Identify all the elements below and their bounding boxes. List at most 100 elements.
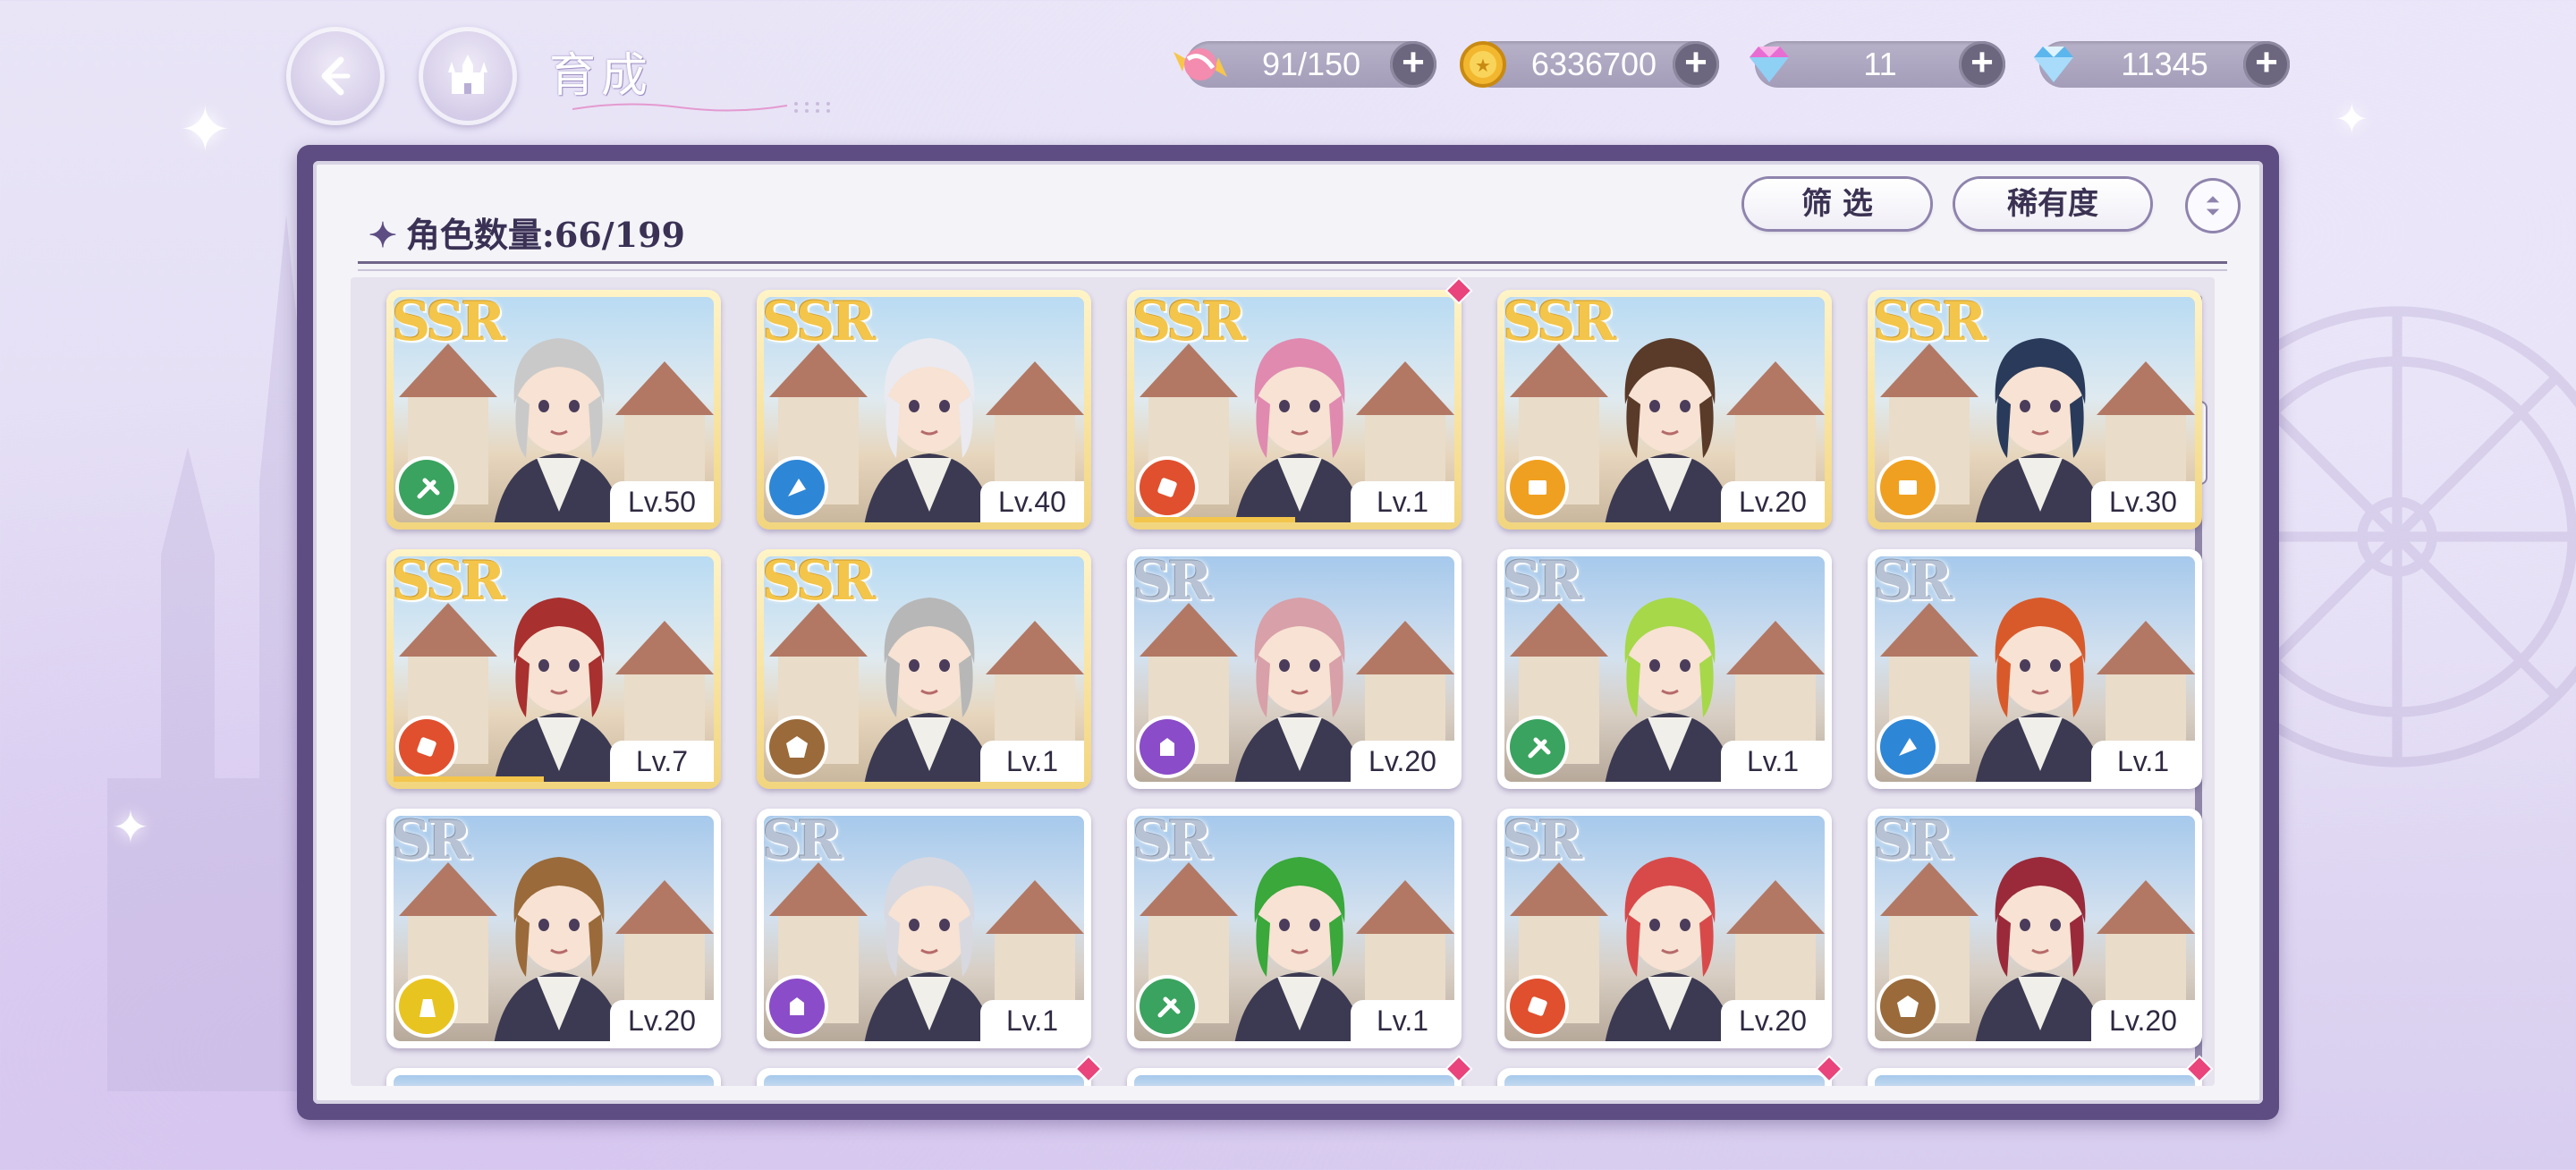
level-label: Lv.20 [610,1000,714,1041]
level-label: Lv.40 [980,481,1084,522]
sparkle-icon: ✦ [2334,95,2369,143]
add-blue-gem-button[interactable]: + [2243,41,2290,88]
character-card[interactable]: SR Lv.1 [1497,549,1832,789]
blue-diamond-icon [2034,47,2073,82]
attribute-blue-icon [1880,719,1936,775]
character-card-partial[interactable] [1868,1057,2211,1086]
level-label: Lv.1 [1351,481,1454,522]
rarity-badge: SSR [762,291,876,353]
character-count-value: 66/199 [554,215,685,255]
stamina-value: 91/150 [1261,46,1361,82]
level-label: Lv.30 [2091,481,2195,522]
attribute-green-icon [1140,979,1195,1034]
blue-gem-counter: 11345 + [2034,41,2290,88]
rarity-badge: SR [1132,550,1212,613]
level-label: Lv.1 [980,741,1084,782]
attribute-green-icon [399,460,454,515]
level-label: Lv.1 [1351,1000,1454,1041]
character-card[interactable]: SSR Lv.1 [1127,279,1470,530]
add-stamina-button[interactable]: + [1390,41,1436,88]
level-label: Lv.50 [610,481,714,522]
character-card[interactable]: SR Lv.20 [386,809,721,1048]
sparkle-icon: ✦ [179,93,232,166]
blue-gem-value: 11345 [2121,46,2208,82]
candy-icon [1174,48,1227,81]
exp-progress-bar [1134,517,1295,522]
character-portrait-background [394,1075,714,1086]
character-card[interactable]: SSR Lv.7 [386,549,721,789]
level-label: Lv.20 [2091,1000,2195,1041]
home-button[interactable] [419,27,517,125]
sort-order-button[interactable] [2188,181,2238,231]
level-label: Lv.1 [1721,741,1825,782]
castle-home-icon [448,55,487,94]
character-card[interactable]: SR Lv.1 [757,809,1091,1048]
sort-by-rarity-button[interactable]: 稀有度 [1955,179,2150,229]
rarity-badge: SR [1503,550,1582,613]
attribute-yellow-icon [399,979,454,1034]
page-title-group: 育成 [546,36,841,113]
rarity-badge: SSR [1503,291,1616,353]
sparkle-bullet-icon: ✦ [369,215,397,255]
character-list-panel: ✦ 角色数量:66/199 筛 选 稀有度 SSR Lv.50 SSR Lv.40 SSR… [297,145,2279,1120]
character-portrait-background [1504,1075,1825,1086]
character-card[interactable]: SSR Lv.40 [757,290,1091,530]
title-underline-decoration [572,102,830,113]
rarity-badge: SR [1503,810,1582,872]
attribute-orange-icon [1510,460,1565,515]
character-card-partial[interactable] [386,1068,721,1086]
character-card-partial[interactable] [757,1057,1100,1086]
level-label: Lv.20 [1721,1000,1825,1041]
character-card[interactable]: SR Lv.20 [1868,809,2202,1048]
page-title: 育成 [549,49,654,103]
level-label: Lv.20 [1721,481,1825,522]
back-button[interactable] [286,27,385,125]
character-portrait-background [764,1075,1084,1086]
attribute-purple-icon [1140,719,1195,775]
character-card[interactable]: SSR Lv.1 [757,549,1091,789]
add-gold-button[interactable]: + [1673,41,1719,88]
level-label: Lv.1 [2091,741,2195,782]
level-label: Lv.7 [610,741,714,782]
character-card[interactable]: SR Lv.1 [1868,549,2202,789]
rarity-badge: SSR [392,291,505,353]
rarity-badge: SR [762,810,842,872]
gold-coin-icon: ★ [1460,41,1506,88]
back-arrow-icon [321,56,351,96]
character-card-partial[interactable] [1497,1057,1841,1086]
sparkle-icon: ✦ [112,801,149,853]
character-portrait-background [1134,1075,1454,1086]
character-card[interactable]: SR Lv.1 [1127,809,1462,1048]
character-card-partial[interactable] [1127,1057,1470,1086]
filter-button[interactable]: 筛 选 [1744,179,1930,229]
character-count: ✦ 角色数量:66/199 [369,208,685,257]
pink-diamond-icon [1750,47,1789,82]
stamina-counter: 91/150 + [1174,41,1436,88]
pink-gem-counter: 11 + [1750,41,2005,88]
pink-gem-value: 11 [1863,46,1897,82]
panel-inner: ✦ 角色数量:66/199 筛 选 稀有度 SSR Lv.50 SSR Lv.40 SSR… [313,161,2263,1104]
rarity-badge: SSR [392,550,505,613]
level-label: Lv.1 [980,1000,1084,1041]
rarity-badge: SSR [1132,291,1246,353]
character-count-label: 角色数量: [405,215,555,255]
attribute-orange-icon [1880,460,1936,515]
character-card[interactable]: SR Lv.20 [1497,809,1832,1048]
character-card[interactable]: SSR Lv.20 [1497,290,1832,530]
character-card[interactable]: SR Lv.20 [1127,549,1462,789]
character-grid: SSR Lv.50 SSR Lv.40 SSR Lv.1 SSR Lv.20 SSR Lv.30 S… [351,277,2215,1086]
character-card[interactable]: SSR Lv.50 [386,290,721,530]
character-portrait-background [1875,1075,2195,1086]
rarity-badge: SSR [762,550,876,613]
attribute-red-icon [399,719,454,775]
attribute-purple-icon [769,979,825,1034]
attribute-brown-icon [1880,979,1936,1034]
add-pink-gem-button[interactable]: + [1959,41,2005,88]
attribute-green-icon [1510,719,1565,775]
header-divider [358,261,2227,271]
character-card[interactable]: SSR Lv.30 [1868,290,2202,530]
exp-progress-bar [394,776,544,782]
gold-value: 6336700 [1530,46,1657,82]
level-label: Lv.20 [1351,741,1454,782]
rarity-badge: SR [1132,810,1212,872]
